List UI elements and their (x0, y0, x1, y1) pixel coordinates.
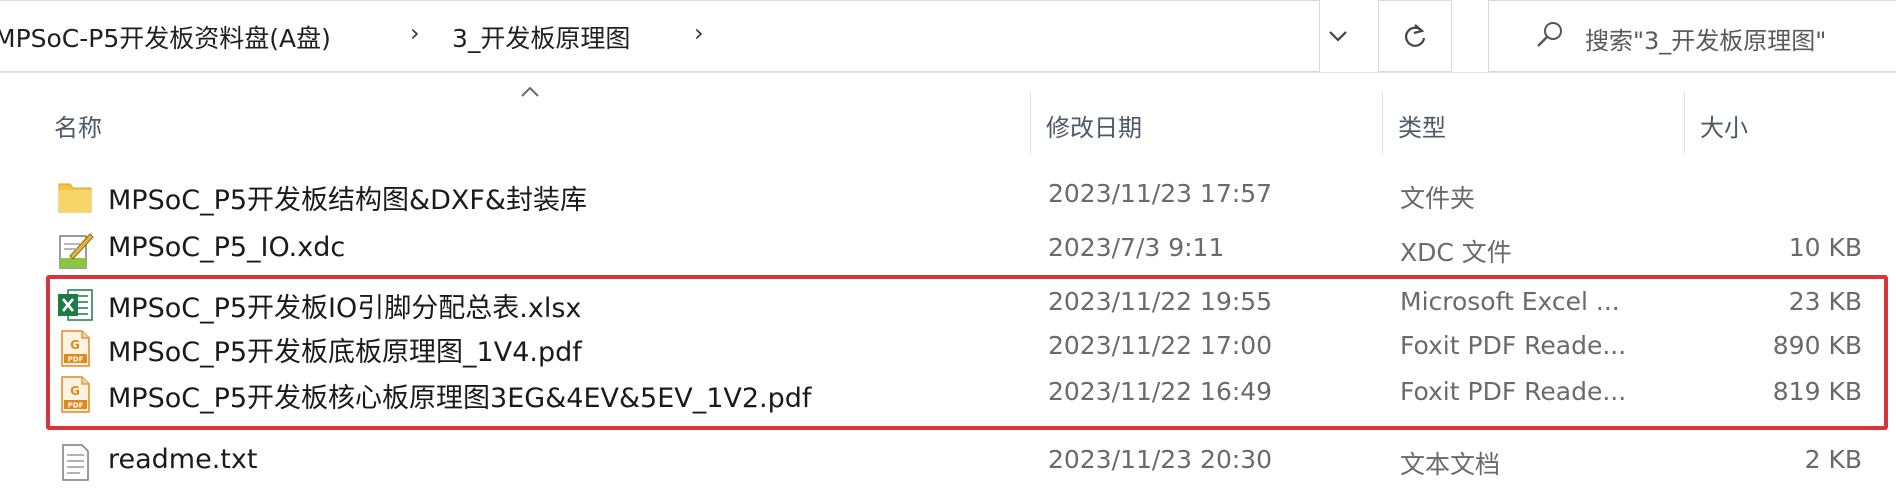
search-placeholder: 搜索"3_开发板原理图" (1585, 27, 1827, 55)
file-type: 文本文档 (1400, 450, 1501, 479)
folder-icon (58, 183, 92, 213)
search-icon (1537, 22, 1562, 47)
file-name: MPSoC_P5开发板结构图&DXF&封装库 (108, 185, 587, 216)
text-file-icon (62, 444, 89, 481)
file-row[interactable]: MPSoC_P5_IO.xdc 2023/7/3 9:11 XDC 文件 10 … (0, 224, 1896, 276)
search-input[interactable]: 搜索"3_开发板原理图" (1488, 0, 1896, 72)
breadcrumb-separator[interactable]: › (694, 19, 704, 47)
file-size: 2 KB (1804, 445, 1862, 474)
breadcrumb[interactable]: MPSoC-P5开发板资料盘(A盘) › 3_开发板原理图 › (0, 0, 1320, 72)
address-history-button[interactable] (1318, 18, 1358, 54)
file-date: 2023/11/23 17:57 (1048, 179, 1273, 208)
column-header-date[interactable]: 修改日期 (1046, 108, 1142, 143)
file-name: MPSoC_P5_IO.xdc (108, 232, 346, 263)
breadcrumb-item-drive[interactable]: MPSoC-P5开发板资料盘(A盘) (0, 19, 331, 55)
breadcrumb-item-folder[interactable]: 3_开发板原理图 (452, 19, 630, 55)
file-type: XDC 文件 (1400, 238, 1512, 267)
column-header-type[interactable]: 类型 (1398, 108, 1446, 143)
column-divider[interactable] (1382, 92, 1383, 154)
highlight-box (46, 275, 1888, 430)
file-row[interactable]: MPSoC_P5开发板结构图&DXF&封装库 2023/11/23 17:57 … (0, 170, 1896, 222)
breadcrumb-separator[interactable]: › (410, 19, 420, 47)
file-type: 文件夹 (1400, 184, 1476, 213)
file-date: 2023/7/3 9:11 (1048, 233, 1225, 262)
file-date: 2023/11/23 20:30 (1048, 445, 1273, 474)
refresh-button[interactable] (1378, 0, 1452, 72)
column-header-size[interactable]: 大小 (1700, 108, 1748, 143)
chevron-down-icon (1329, 31, 1347, 42)
refresh-icon (1404, 24, 1426, 47)
address-bar: MPSoC-P5开发板资料盘(A盘) › 3_开发板原理图 › 搜索"3_开发板… (0, 0, 1896, 73)
file-row[interactable]: readme.txt 2023/11/23 20:30 文本文档 2 KB (0, 436, 1896, 488)
file-name: readme.txt (108, 444, 258, 475)
column-header-name[interactable]: 名称 (54, 108, 102, 143)
file-size: 10 KB (1788, 233, 1862, 262)
column-divider[interactable] (1030, 92, 1031, 154)
column-divider[interactable] (1684, 92, 1685, 154)
xdc-file-icon (59, 233, 94, 269)
sort-ascending-icon[interactable] (520, 86, 540, 98)
